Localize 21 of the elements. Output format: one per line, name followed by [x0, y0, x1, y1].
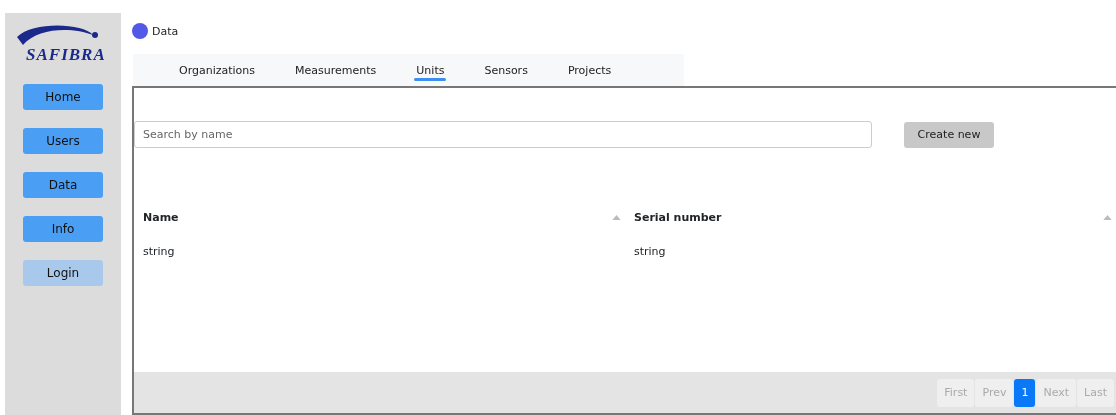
nav-button[interactable]: Users: [23, 128, 103, 154]
tab[interactable]: Projects: [547, 54, 632, 86]
page-button[interactable]: 1: [1014, 378, 1036, 407]
nav-button[interactable]: Data: [23, 172, 103, 198]
tab[interactable]: Units: [396, 54, 465, 86]
search-field[interactable]: Search by name: [134, 121, 872, 148]
breadcrumb: Data: [152, 24, 179, 38]
column-header[interactable]: Serial number: [634, 210, 722, 224]
sort-icon[interactable]: [612, 214, 621, 220]
logo: SAFIBRA: [13, 23, 113, 71]
sort-icon[interactable]: [1103, 214, 1112, 220]
create-button[interactable]: Create new: [904, 121, 994, 148]
nav-button[interactable]: Home: [23, 84, 103, 110]
table-cell: string: [143, 244, 175, 258]
swoosh-icon: [17, 23, 98, 45]
table-cell: string: [634, 244, 666, 258]
tab[interactable]: Organizations: [159, 54, 276, 86]
nav-button[interactable]: Info: [23, 216, 103, 242]
tab[interactable]: Measurements: [275, 54, 397, 86]
column-header[interactable]: Name: [143, 210, 179, 224]
tab[interactable]: Sensors: [464, 54, 548, 86]
